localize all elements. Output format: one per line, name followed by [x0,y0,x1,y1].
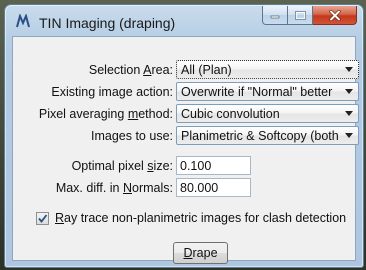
max-diff-normals-label-text: Max. diff. in [55,181,123,195]
images-to-use-dropdown[interactable]: Planimetric & Softcopy (both [176,126,359,145]
app-icon [16,14,30,28]
selection-area-label-suffix: rea: [151,63,173,77]
max-diff-normals-input[interactable]: 80.000 [176,178,251,197]
window-title: TIN Imaging (draping) [39,15,176,31]
caption-buttons [262,6,357,26]
pixel-averaging-label: Pixel averaging method: [13,107,173,121]
drape-button-label: rape [192,246,218,260]
images-to-use-row: Images to use: Planimetric & Softcopy (b… [13,126,359,148]
max-diff-normals-label-key: N [122,181,133,195]
chevron-down-icon [345,67,353,72]
existing-image-action-dropdown[interactable]: Overwrite if "Normal" better [176,82,359,101]
max-diff-normals-value: 80.000 [180,181,219,195]
selection-area-label: Selection Area: [13,63,173,77]
ray-trace-label-key: R [55,211,65,225]
ray-trace-label: Ray trace non-planimetric images for cla… [55,211,346,225]
optimal-pixel-size-label-text: Optimal pixel [71,159,148,173]
pixel-averaging-dropdown[interactable]: Cubic convolution [176,104,359,123]
existing-image-action-value: Overwrite if "Normal" better [181,85,333,99]
maximize-button[interactable] [288,6,313,25]
selection-area-label-text: Selection [88,63,144,77]
existing-image-action-row: Existing image action: Overwrite if "Nor… [13,82,359,104]
dialog-client-area: Selection Area: All (Plan) Existing imag… [12,36,359,264]
pixel-averaging-label-text: Pixel averaging [38,107,128,121]
ray-trace-checkbox-row[interactable]: Ray trace non-planimetric images for cla… [36,210,356,228]
optimal-pixel-size-label: Optimal pixel size: [13,159,173,173]
dialog-window: TIN Imaging (draping) Selection Area: Al… [4,4,364,268]
ray-trace-label-text: ay trace non-planimetric images for clas… [64,211,347,225]
selection-area-row: Selection Area: All (Plan) [13,60,359,82]
chevron-down-icon [345,111,353,116]
title-bar[interactable]: TIN Imaging (draping) [5,5,363,39]
chevron-down-icon [345,133,353,138]
minimize-icon [270,15,280,19]
close-button[interactable] [313,6,357,25]
max-diff-normals-row: Max. diff. in Normals: 80.000 [13,178,355,200]
ray-trace-checkbox[interactable] [36,212,49,225]
max-diff-normals-label: Max. diff. in Normals: [13,181,173,195]
images-to-use-value: Planimetric & Softcopy (both [181,129,339,143]
optimal-pixel-size-input[interactable]: 0.100 [176,156,251,175]
pixel-averaging-label-suffix: ethod: [138,107,173,121]
selection-area-value: All (Plan) [181,63,232,77]
pixel-averaging-label-key: m [127,107,139,121]
checkmark-icon [38,214,48,223]
existing-image-action-label: Existing image action: [51,85,173,99]
max-diff-normals-label-suffix: ormals: [132,181,173,195]
optimal-pixel-size-row: Optimal pixel size: 0.100 [13,156,355,178]
minimize-button[interactable] [262,6,288,25]
pixel-averaging-row: Pixel averaging method: Cubic convolutio… [13,104,359,126]
drape-button[interactable]: Drape [173,242,228,264]
images-to-use-label: Images to use: [91,129,173,143]
optimal-pixel-size-label-suffix: ize: [153,159,173,173]
close-icon [328,9,341,21]
drape-button-key: D [183,246,193,260]
optimal-pixel-size-value: 0.100 [180,159,212,173]
chevron-down-icon [345,89,353,94]
pixel-averaging-value: Cubic convolution [181,107,280,121]
maximize-icon [294,10,306,20]
selection-area-dropdown[interactable]: All (Plan) [176,60,359,79]
